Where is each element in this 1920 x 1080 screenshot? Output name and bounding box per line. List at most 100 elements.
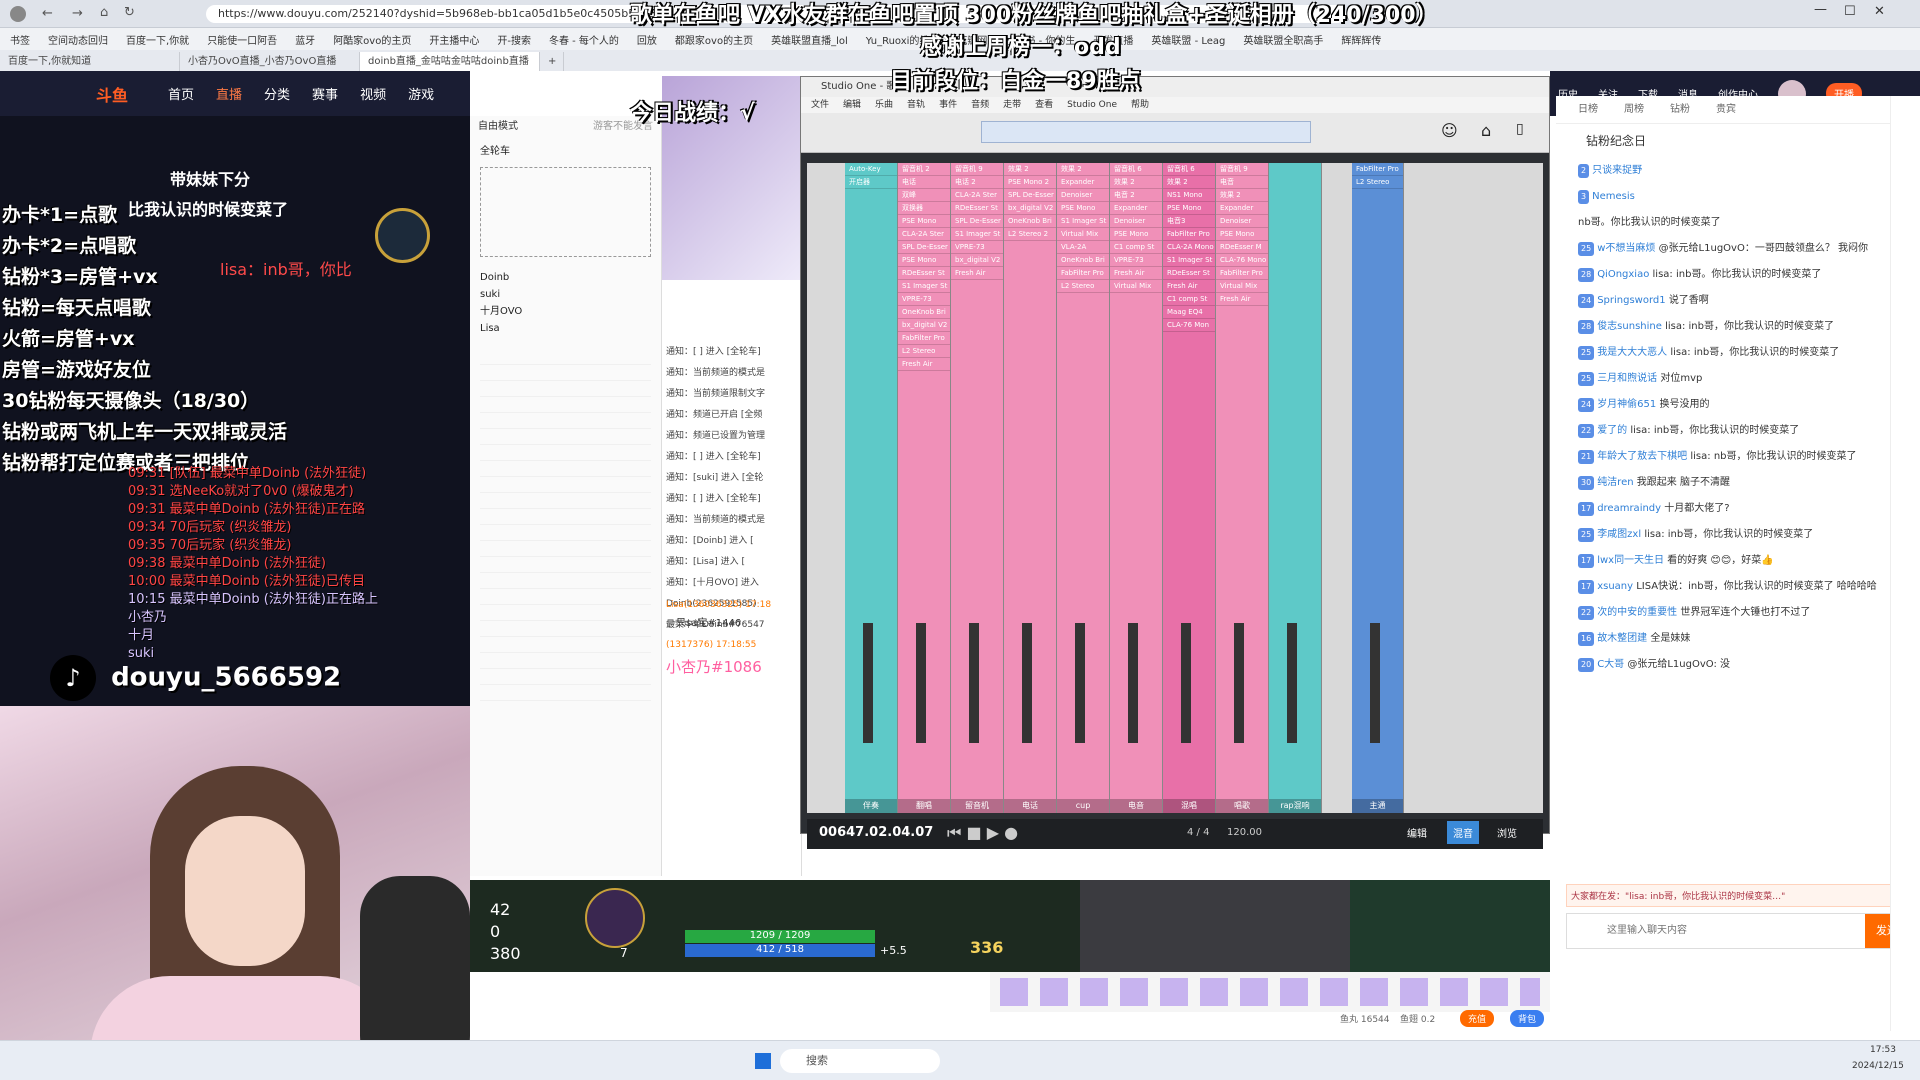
chat-message[interactable]: 16 故木整团建 全是妹妹	[1556, 632, 1920, 646]
insert-slot[interactable]: CLA-76 Mono	[1216, 254, 1268, 267]
channel-name[interactable]: 主通	[1352, 799, 1403, 813]
user-icon[interactable]: ☺	[1441, 121, 1458, 140]
insert-slot[interactable]: S1 Imager St	[1163, 254, 1215, 267]
insert-slot[interactable]: L2 Stereo	[898, 345, 950, 358]
insert-slot[interactable]: 电话	[898, 176, 950, 189]
chat-username[interactable]: 纯洁ren	[1597, 477, 1633, 488]
insert-slot[interactable]: PSE Mono	[1163, 202, 1215, 215]
chat-message[interactable]: 24 Springsword1 说了香啊	[1556, 294, 1920, 308]
studio-menu-item[interactable]: 帮助	[1131, 97, 1149, 113]
insert-slot[interactable]: 留音机 2	[898, 163, 950, 176]
channel-user[interactable]: Lisa	[480, 320, 651, 337]
insert-slot[interactable]: SPL De-Esser	[898, 241, 950, 254]
insert-slot[interactable]: Expander	[1216, 202, 1268, 215]
clock-time[interactable]: 17:53	[1870, 1045, 1896, 1055]
insert-slot[interactable]: Expander	[1110, 202, 1162, 215]
chat-message[interactable]: 22 次的中安的重要性 世界冠军连个大锤也打不过了	[1556, 606, 1920, 620]
insert-slot[interactable]: 电音 2	[1110, 189, 1162, 202]
insert-slot[interactable]: PSE Mono	[1110, 228, 1162, 241]
insert-slot[interactable]: VPRE-73	[951, 241, 1003, 254]
insert-slot[interactable]: L2 Stereo 2	[1004, 228, 1056, 241]
douyu-logo[interactable]: 斗鱼	[96, 82, 128, 106]
mixer-channel[interactable]: FabFilter Pro L2 Stereo 主通	[1352, 163, 1404, 813]
studio-menu-item[interactable]: 编辑	[843, 97, 861, 113]
channel-name[interactable]: 电话	[1004, 799, 1056, 813]
maximize-window-icon[interactable]: ☐	[1844, 4, 1856, 19]
insert-slot[interactable]: VPRE-73	[1110, 254, 1162, 267]
volume-fader[interactable]	[1022, 623, 1032, 743]
edit-view-button[interactable]: 编辑	[1407, 825, 1427, 840]
insert-slot[interactable]: 留音机 6	[1110, 163, 1162, 176]
volume-fader[interactable]	[1075, 623, 1085, 743]
close-window-icon[interactable]: ✕	[1874, 4, 1885, 19]
insert-slot[interactable]: Virtual Mix	[1216, 280, 1268, 293]
insert-slot[interactable]: PSE Mono	[1216, 228, 1268, 241]
mixer-channel[interactable]: 效果 2 PSE Mono 2 SPL De-Esser bx_digital V2 O…	[1004, 163, 1057, 813]
insert-slot[interactable]: Virtual Mix	[1057, 228, 1109, 241]
insert-slot[interactable]: Fresh Air	[1216, 293, 1268, 306]
minimap[interactable]	[1350, 880, 1550, 972]
insert-slot[interactable]: RDeEsser M	[1216, 241, 1268, 254]
bookmark-item[interactable]: 英雄联盟直播_lol	[771, 32, 848, 47]
chat-username[interactable]: C大哥	[1597, 659, 1624, 670]
chat-username[interactable]: Nemesis	[1592, 191, 1635, 202]
volume-fader[interactable]	[1370, 623, 1380, 743]
nav-live[interactable]: 直播	[216, 84, 242, 103]
recharge-button[interactable]: 充值	[1460, 1010, 1495, 1027]
chat-username[interactable]: 只谈来捉野	[1592, 165, 1642, 176]
insert-slot[interactable]: L2 Stereo	[1057, 280, 1109, 293]
insert-slot[interactable]: OneKnob Bri	[1057, 254, 1109, 267]
studio-menu-item[interactable]: 事件	[939, 97, 957, 113]
mixer-channel[interactable]: 留音机 6 效果 2 电音 2 Expander Denoiser PSE Mono C1 …	[1110, 163, 1163, 813]
volume-fader[interactable]	[1128, 623, 1138, 743]
bookmark-item[interactable]: 阿酷家ovo的主页	[333, 32, 411, 47]
bookmark-item[interactable]: 冬春 - 每个人的	[549, 32, 619, 47]
channel-tree[interactable]	[480, 349, 651, 709]
insert-slot[interactable]: FabFilter Pro	[898, 332, 950, 345]
insert-slot[interactable]: FabFilter Pro	[1216, 267, 1268, 280]
chat-username[interactable]: dreamraindy	[1597, 503, 1661, 514]
channel-title[interactable]: 全轮车	[470, 138, 661, 161]
bookmark-item[interactable]: 开主播中心	[429, 32, 479, 47]
insert-slot[interactable]: RDeEsser St	[951, 202, 1003, 215]
clock-date[interactable]: 2024/12/15	[1852, 1061, 1904, 1071]
chat-username[interactable]: 岁月神偷651	[1597, 399, 1656, 410]
chat-username[interactable]: 故木整团建	[1597, 633, 1647, 644]
insert-slot[interactable]: VPRE-73	[898, 293, 950, 306]
insert-slot[interactable]: RDeEsser St	[898, 267, 950, 280]
chat-username[interactable]: 俊志sunshine	[1597, 321, 1662, 332]
chat-username[interactable]: w不想当麻烦	[1597, 243, 1655, 254]
channel-user[interactable]: 十月OVO	[480, 303, 651, 320]
chat-tab[interactable]: 钻粉	[1670, 96, 1690, 123]
insert-slot[interactable]: 留音机 6	[1163, 163, 1215, 176]
insert-slot[interactable]: Expander	[1057, 176, 1109, 189]
insert-slot[interactable]: Maag EQ4	[1163, 306, 1215, 319]
hot-tip[interactable]: 大家都在发："lisa: inb哥，你比我认识的时候变菜…"	[1566, 884, 1910, 907]
channel-name[interactable]: cup	[1057, 799, 1109, 813]
chat-username[interactable]: 次的中安的重要性	[1597, 607, 1677, 618]
chat-message[interactable]: 25 w不想当麻烦 @张元给L1ugOvO：一哥四鼓领盘么？ 我闷你	[1556, 242, 1920, 256]
insert-slot[interactable]: Denoiser	[1110, 215, 1162, 228]
insert-slot[interactable]: Virtual Mix	[1110, 280, 1162, 293]
webcam-view[interactable]	[0, 706, 470, 1080]
tool-group[interactable]	[981, 121, 1311, 143]
home-icon[interactable]: ⌂	[100, 5, 108, 20]
insert-slot[interactable]: S1 Imager St	[898, 280, 950, 293]
chat-username[interactable]: QiOngxiao	[1597, 269, 1649, 280]
insert-slot[interactable]: S1 Imager St	[951, 228, 1003, 241]
tab-xiaoxingnai[interactable]: 小杏乃OvO直播_小杏乃OvO直播	[180, 52, 360, 71]
channel-name[interactable]: 留音机	[951, 799, 1003, 813]
insert-slot[interactable]: Denoiser	[1057, 189, 1109, 202]
studio-menu-item[interactable]: 音轨	[907, 97, 925, 113]
chat-message[interactable]: 17 xsuany LISA快说：inb哥，你比我认识的时候变菜了 哈哈哈哈	[1556, 580, 1920, 594]
volume-fader[interactable]	[1287, 623, 1297, 743]
mixer-channel[interactable]: Auto-Key 开启器 伴奏	[845, 163, 898, 813]
new-tab-icon[interactable]: +	[540, 52, 564, 71]
channel-user[interactable]: Doinb	[480, 269, 651, 286]
insert-slot[interactable]: OneKnob Bri	[898, 306, 950, 319]
chat-message[interactable]: 25 三月和煦说话 对位mvp	[1556, 372, 1920, 386]
insert-slot[interactable]: C1 comp St	[1110, 241, 1162, 254]
bookmark-item[interactable]: 都跟家ovo的主页	[675, 32, 753, 47]
insert-slot[interactable]: 效果 2	[1004, 163, 1056, 176]
mixer-channel[interactable]: 留音机 9 电话 2 CLA-2A Ster RDeEsser St SPL De-Es…	[951, 163, 1004, 813]
